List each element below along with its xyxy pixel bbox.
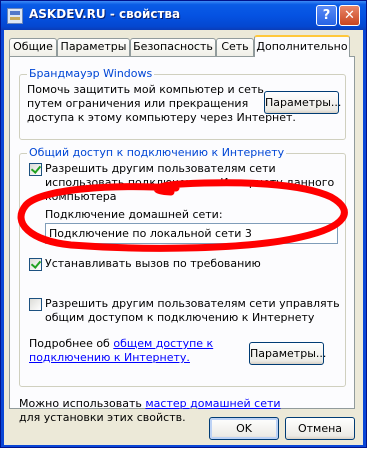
allow-sharing-label-line-2: использовать подключение к Интернету дан… [45, 176, 335, 189]
allow-control-label-line-1: Разрешить другим пользователям сети упра… [45, 297, 340, 310]
close-button[interactable]: ✕ [339, 5, 360, 26]
allow-sharing-label-line-1: Разрешить другим пользователям сети [45, 162, 276, 175]
footer-line-1: Можно использовать мастер домашней сети [19, 397, 281, 411]
tab-options[interactable]: Параметры [57, 38, 130, 56]
home-network-wizard-link[interactable]: мастер домашней сети [145, 397, 280, 410]
help-button[interactable]: ? [316, 5, 337, 26]
firewall-group-title: Брандмауэр Windows [27, 67, 155, 80]
firewall-description-line-3: доступа к этому компьютеру через Интерне… [27, 111, 296, 124]
properties-window: ASKDEV.RU - свойства ? ✕ Общие Параметры… [0, 0, 367, 448]
more-info-line-1: Подробнее об общем доступе к [29, 337, 213, 351]
dialog-client-area: Общие Параметры Безопасность Сеть Дополн… [4, 30, 363, 445]
dial-on-demand-checkbox[interactable] [29, 258, 42, 271]
ics-help-link-part-2[interactable]: подключению к Интернету. [29, 351, 190, 364]
tab-general[interactable]: Общие [9, 38, 57, 56]
tab-panel-advanced: Брандмауэр Windows Помочь защитить мой к… [9, 56, 355, 424]
title-bar[interactable]: ASKDEV.RU - свойства ? ✕ [1, 1, 366, 30]
more-info-line-2: подключению к Интернету. [29, 351, 190, 365]
ics-group-title: Общий доступ к подключению к Интернету [27, 146, 287, 159]
firewall-description-line-1: Помочь защитить мой компьютер и сеть [27, 83, 264, 96]
allow-sharing-checkbox[interactable] [29, 163, 42, 176]
allow-sharing-label-line-3: компьютера [45, 190, 117, 203]
ics-help-link-part-1[interactable]: общем доступе к [113, 337, 213, 350]
footer-text-prefix: Можно использовать [19, 397, 146, 410]
tab-security[interactable]: Безопасность [130, 38, 216, 56]
ics-settings-button[interactable]: Параметры... [249, 342, 326, 365]
tab-advanced[interactable]: Дополнительно [254, 35, 350, 57]
window-title: ASKDEV.RU - свойства [29, 7, 181, 21]
firewall-description-line-2: путем ограничения или прекращения [27, 97, 249, 110]
more-info-prefix: Подробнее об [29, 337, 114, 350]
allow-control-checkbox[interactable] [29, 298, 42, 311]
home-network-label: Подключение домашней сети: [45, 208, 223, 221]
footer-line-2: для установки этих свойств. [19, 411, 186, 424]
tab-network[interactable]: Сеть [216, 38, 254, 56]
ok-button[interactable]: OK [209, 417, 279, 440]
ics-group: Общий доступ к подключению к Интернету Р… [19, 146, 346, 387]
network-connection-icon [7, 8, 23, 24]
firewall-settings-button[interactable]: Параметры... [264, 91, 341, 114]
allow-control-label-line-2: общим доступом к подключению к Интернету [45, 311, 315, 324]
cancel-button[interactable]: Отмена [285, 417, 355, 440]
dial-on-demand-label: Устанавливать вызов по требованию [45, 257, 261, 270]
home-network-connection-field[interactable]: Подключение по локальной сети 3 [45, 223, 338, 244]
firewall-group: Брандмауэр Windows Помочь защитить мой к… [19, 67, 346, 140]
